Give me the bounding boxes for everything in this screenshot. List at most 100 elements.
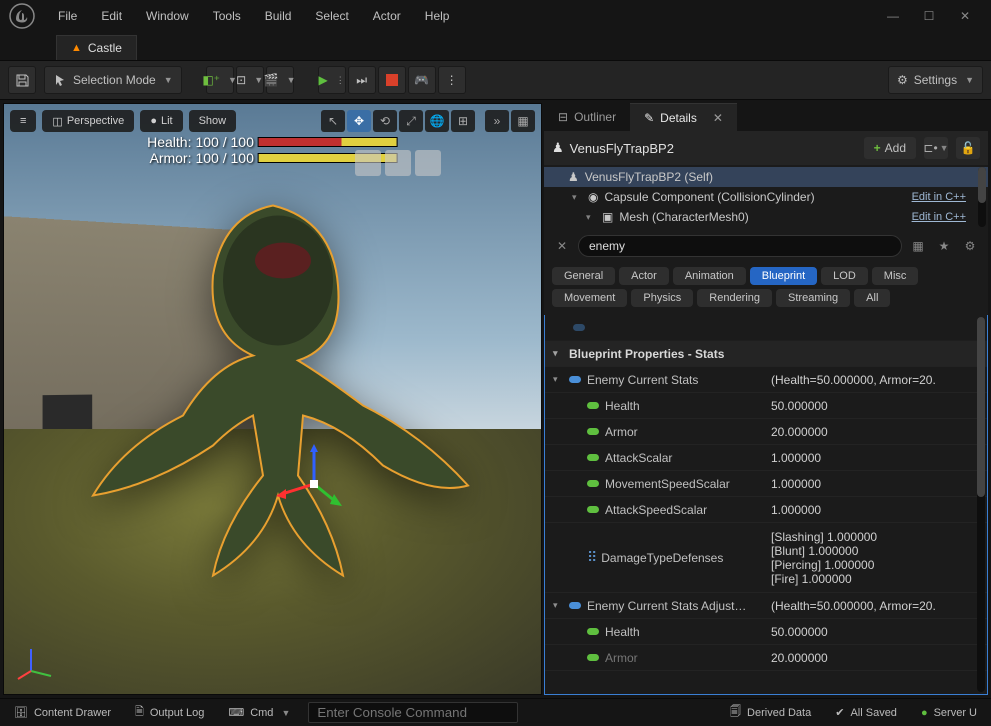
- property-row[interactable]: AttackSpeedScalar1.000000: [545, 497, 987, 523]
- cat-blueprint[interactable]: Blueprint: [750, 267, 817, 285]
- server-icon: ●: [921, 707, 928, 719]
- maximize-button[interactable]: ☐: [911, 0, 947, 32]
- viewport-menu-button[interactable]: ≡: [10, 110, 36, 132]
- menu-tools[interactable]: Tools: [203, 5, 251, 27]
- rotate-tool[interactable]: ⟲: [373, 110, 397, 132]
- component-label: Mesh (CharacterMesh0): [619, 210, 748, 224]
- step-button[interactable]: ⏭: [348, 66, 376, 94]
- close-icon[interactable]: ✕: [713, 111, 723, 125]
- menu-build[interactable]: Build: [255, 5, 302, 27]
- hierarchy-button[interactable]: ⊏•▼: [924, 137, 948, 159]
- hotbar-slot[interactable]: [385, 150, 411, 176]
- add-component-button[interactable]: +Add: [864, 137, 916, 159]
- menu-actor[interactable]: Actor: [363, 5, 411, 27]
- content-drawer-button[interactable]: 🗄Content Drawer: [8, 702, 117, 723]
- hotbar-slot[interactable]: [415, 150, 441, 176]
- blueprints-button[interactable]: ⊡▼: [236, 66, 264, 94]
- property-row-defenses[interactable]: ⠿DamageTypeDefenses [Slashing] 1.000000 …: [545, 523, 987, 593]
- component-label: Capsule Component (CollisionCylinder): [604, 190, 814, 204]
- cinematics-button[interactable]: 🎬▼: [266, 66, 294, 94]
- section-header-stats[interactable]: ▾Blueprint Properties - Stats: [545, 341, 987, 367]
- save-button[interactable]: [8, 66, 36, 94]
- hotbar-slot[interactable]: [355, 150, 381, 176]
- select-tool[interactable]: ↖: [321, 110, 345, 132]
- perspective-button[interactable]: ◫Perspective: [42, 110, 134, 132]
- settings-gear-button[interactable]: ⚙: [960, 236, 980, 256]
- favorite-button[interactable]: ★: [934, 236, 954, 256]
- viewport[interactable]: ≡ ◫Perspective ●Lit Show ↖ ✥ ⟲ ⤢ 🌐 ⊞ » ▦…: [3, 103, 542, 695]
- property-value[interactable]: 1.000000: [763, 503, 987, 517]
- edit-cpp-link[interactable]: Edit in C++: [912, 211, 966, 223]
- clear-search-button[interactable]: ✕: [552, 236, 572, 256]
- cat-streaming[interactable]: Streaming: [776, 289, 850, 307]
- menu-select[interactable]: Select: [305, 5, 358, 27]
- stop-button[interactable]: [378, 66, 406, 94]
- cat-general[interactable]: General: [552, 267, 615, 285]
- show-button[interactable]: Show: [189, 110, 237, 132]
- cat-animation[interactable]: Animation: [673, 267, 746, 285]
- property-value[interactable]: 20.000000: [763, 425, 987, 439]
- play-button[interactable]: ▶⋮: [318, 66, 346, 94]
- menu-help[interactable]: Help: [415, 5, 460, 27]
- search-input[interactable]: [589, 239, 891, 253]
- transform-gizmo[interactable]: [274, 444, 354, 527]
- tab-castle[interactable]: ▲ Castle: [56, 35, 137, 60]
- settings-button[interactable]: ⚙ Settings ▼: [888, 66, 983, 94]
- menu-edit[interactable]: Edit: [91, 5, 132, 27]
- derived-data-button[interactable]: 🗐Derived Data: [724, 699, 817, 726]
- property-value[interactable]: 1.000000: [763, 477, 987, 491]
- property-value[interactable]: 50.000000: [763, 399, 987, 413]
- all-saved-button[interactable]: ✔All Saved: [829, 702, 903, 723]
- property-value[interactable]: 50.000000: [763, 625, 987, 639]
- add-content-button[interactable]: ◧⁺▼: [206, 66, 234, 94]
- property-row[interactable]: Armor20.000000: [545, 419, 987, 445]
- cat-rendering[interactable]: Rendering: [697, 289, 772, 307]
- output-log-button[interactable]: 🗎Output Log: [129, 699, 210, 726]
- tab-outliner[interactable]: ⊟Outliner: [544, 103, 630, 131]
- scale-tool[interactable]: ⤢: [399, 110, 423, 132]
- edit-cpp-link[interactable]: Edit in C++: [912, 191, 966, 203]
- play-options-button[interactable]: ⋮: [438, 66, 466, 94]
- cat-movement[interactable]: Movement: [552, 289, 627, 307]
- cat-physics[interactable]: Physics: [631, 289, 693, 307]
- property-matrix-button[interactable]: ▦: [908, 236, 928, 256]
- drag-handle-icon[interactable]: ⠿: [587, 549, 595, 566]
- translate-tool[interactable]: ✥: [347, 110, 371, 132]
- property-row[interactable]: Armor20.000000: [545, 645, 987, 671]
- eject-button[interactable]: 🎮: [408, 66, 436, 94]
- cmd-button[interactable]: ⌨Cmd▼: [222, 702, 296, 723]
- search-field[interactable]: [578, 235, 902, 257]
- layout-button[interactable]: ▦: [511, 110, 535, 132]
- selection-mode-button[interactable]: Selection Mode ▼: [44, 66, 182, 94]
- cat-lod[interactable]: LOD: [821, 267, 868, 285]
- cat-all[interactable]: All: [854, 289, 890, 307]
- property-row[interactable]: AttackScalar1.000000: [545, 445, 987, 471]
- snap-button[interactable]: ⊞: [451, 110, 475, 132]
- component-capsule[interactable]: ▾◉ Capsule Component (CollisionCylinder)…: [544, 187, 988, 207]
- server-button[interactable]: ●Server U: [915, 703, 983, 723]
- close-button[interactable]: ✕: [947, 0, 983, 32]
- component-self[interactable]: ♟ VenusFlyTrapBP2 (Self): [544, 167, 988, 187]
- property-row[interactable]: MovementSpeedScalar1.000000: [545, 471, 987, 497]
- minimize-button[interactable]: —: [875, 0, 911, 32]
- lock-button[interactable]: 🔓: [956, 137, 980, 159]
- console-input[interactable]: [308, 702, 518, 723]
- tab-details[interactable]: ✎Details✕: [630, 103, 737, 131]
- property-row-group[interactable]: ▾Enemy Current Stats Adjusted (Health=50…: [545, 593, 987, 619]
- property-row-group[interactable]: ▾Enemy Current Stats (Health=50.000000, …: [545, 367, 987, 393]
- expand-toolbar-button[interactable]: »: [485, 110, 509, 132]
- property-value[interactable]: 20.000000: [763, 651, 987, 665]
- tab-label: Castle: [88, 41, 122, 55]
- menu-file[interactable]: File: [48, 5, 87, 27]
- property-row[interactable]: Health50.000000: [545, 619, 987, 645]
- menu-window[interactable]: Window: [136, 5, 199, 27]
- property-row-truncated[interactable]: Enemy AIController Ref ABP_VenusFlyTrap_…: [545, 315, 987, 341]
- selection-mode-label: Selection Mode: [73, 73, 156, 87]
- property-row[interactable]: Health50.000000: [545, 393, 987, 419]
- cat-actor[interactable]: Actor: [619, 267, 669, 285]
- lit-button[interactable]: ●Lit: [140, 110, 182, 132]
- world-space-button[interactable]: 🌐: [425, 110, 449, 132]
- cat-misc[interactable]: Misc: [872, 267, 919, 285]
- component-mesh[interactable]: ▾▣ Mesh (CharacterMesh0) Edit in C++: [544, 207, 988, 227]
- property-value[interactable]: 1.000000: [763, 451, 987, 465]
